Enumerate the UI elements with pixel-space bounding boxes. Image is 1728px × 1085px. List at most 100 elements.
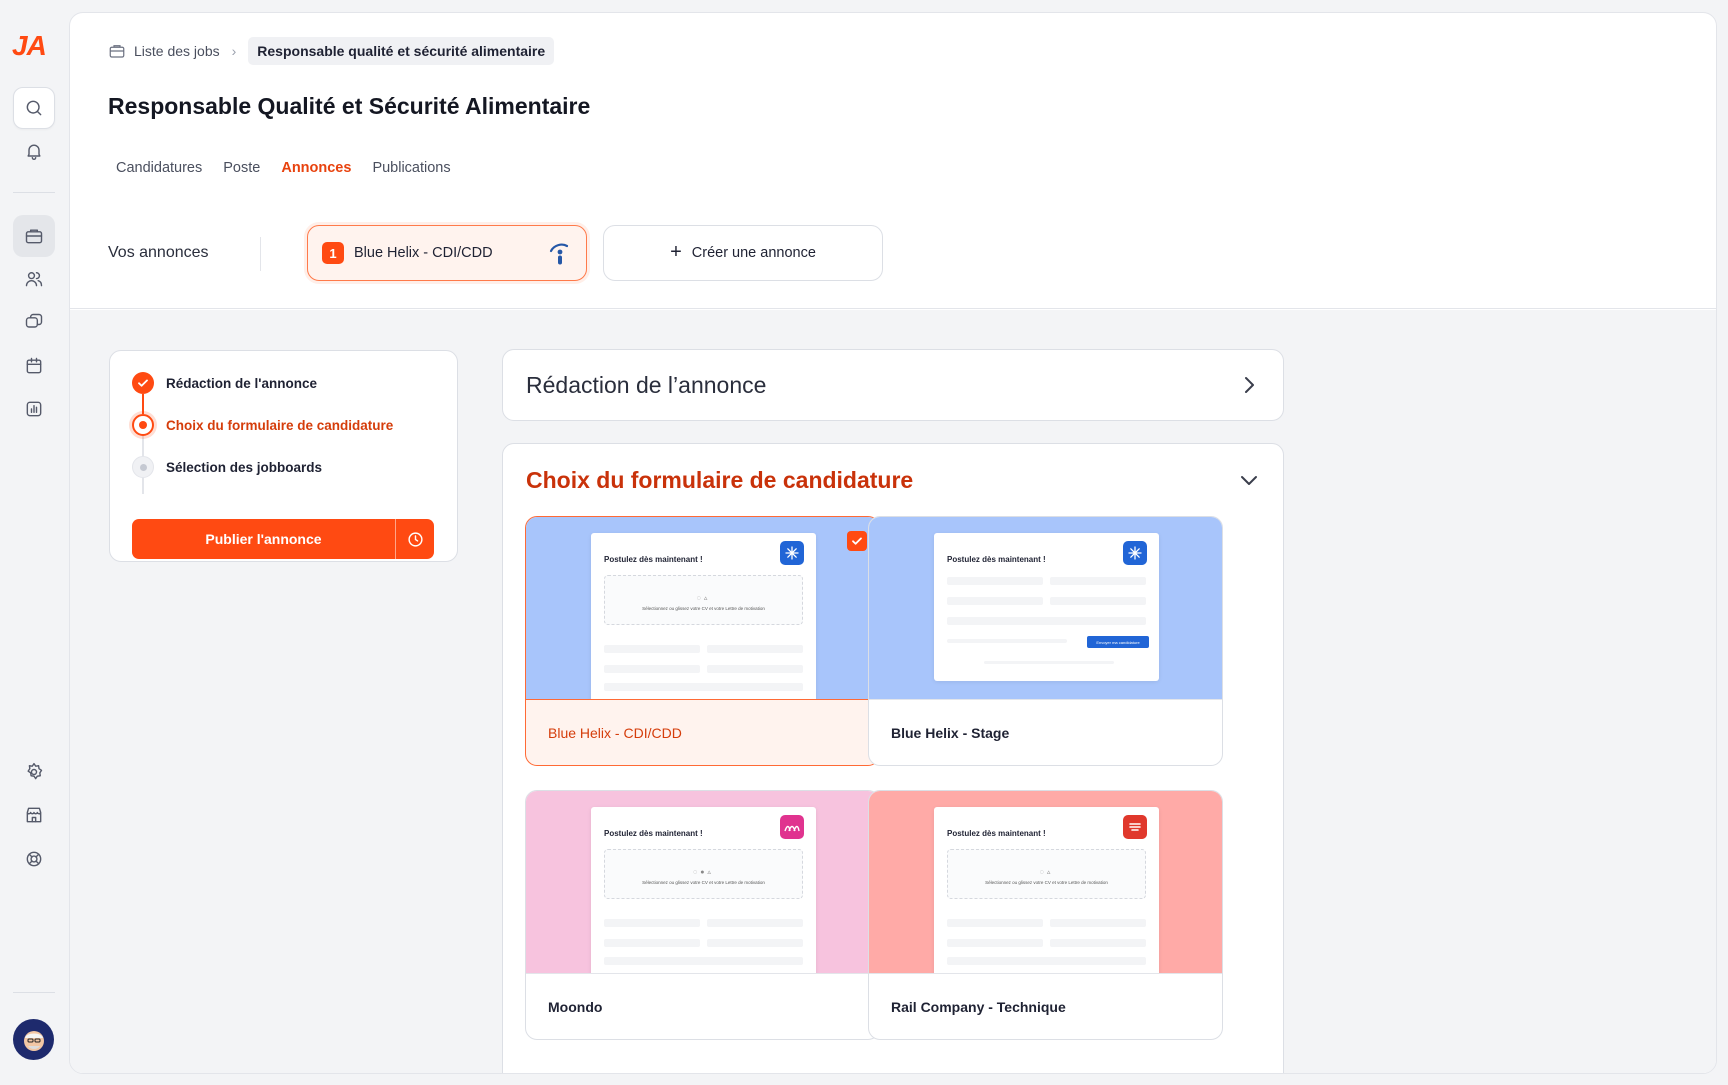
chevron-right-icon xyxy=(1245,377,1254,393)
form-mockup: Postulez dès maintenant ! ◌▵ Sélectionne… xyxy=(591,533,816,699)
form-preview: Postulez dès maintenant ! ◌●▵ Sélectionn… xyxy=(526,791,879,974)
form-card-moondo[interactable]: Postulez dès maintenant ! ◌●▵ Sélectionn… xyxy=(525,790,880,1040)
check-circle-icon xyxy=(132,372,154,394)
chat-icon xyxy=(25,313,43,328)
breadcrumb-current: Responsable qualité et sécurité alimenta… xyxy=(248,37,555,65)
field xyxy=(947,577,1043,585)
footer-text-line xyxy=(984,661,1114,664)
create-annonce-button[interactable]: + Créer une annonce xyxy=(603,225,883,281)
search-icon xyxy=(26,100,42,116)
upload-dropzone: ◌●▵ Sélectionnez ou glissez votre CV et … xyxy=(604,849,803,899)
consent-text-line xyxy=(947,639,1067,643)
stepper-card: Rédaction de l'annonce Choix du formulai… xyxy=(109,350,458,562)
rail-divider-bottom xyxy=(13,992,55,993)
selected-checkbox[interactable] xyxy=(847,531,867,551)
snowflake-logo-icon xyxy=(1123,541,1147,565)
form-card-label: Blue Helix - Stage xyxy=(891,725,1010,741)
annonce-chip-selected[interactable]: 1 Blue Helix - CDI/CDD xyxy=(307,225,587,281)
breadcrumb-parent-label: Liste des jobs xyxy=(134,43,220,59)
sidebar-item-calendar[interactable] xyxy=(13,345,55,387)
sidebar-item-help[interactable] xyxy=(13,838,55,880)
field xyxy=(707,919,803,927)
field xyxy=(604,919,700,927)
snowflake-logo-icon xyxy=(780,541,804,565)
rail-divider xyxy=(13,192,55,193)
step-jobboards[interactable]: Sélection des jobboards xyxy=(132,456,322,478)
field xyxy=(947,597,1043,605)
stepper-line-done xyxy=(142,394,144,414)
form-preview-title: Postulez dès maintenant ! xyxy=(947,829,1046,838)
calendar-icon xyxy=(26,357,42,374)
main-panel: Liste des jobs › Responsable qualité et … xyxy=(69,12,1717,1074)
form-card-blue-helix-stage[interactable]: Postulez dès maintenant ! Envoyer ma can… xyxy=(868,516,1223,766)
sidebar-item-candidates[interactable] xyxy=(13,258,55,300)
notifications-button[interactable] xyxy=(13,130,55,172)
section-choix-formulaire: Choix du formulaire de candidature Postu… xyxy=(502,443,1284,1073)
step-choix-formulaire[interactable]: Choix du formulaire de candidature xyxy=(132,414,393,436)
step-label: Sélection des jobboards xyxy=(166,459,323,475)
form-card-blue-helix-cdi[interactable]: Postulez dès maintenant ! ◌▵ Sélectionne… xyxy=(525,516,880,766)
pending-step-icon xyxy=(132,456,154,478)
sidebar-item-jobs[interactable] xyxy=(13,215,55,257)
moondo-logo-icon xyxy=(780,815,804,839)
bell-icon xyxy=(27,144,41,160)
field xyxy=(707,939,803,947)
field xyxy=(707,665,803,673)
indeed-icon xyxy=(549,243,569,265)
breadcrumb: Liste des jobs › Responsable qualité et … xyxy=(108,37,555,65)
user-avatar[interactable] xyxy=(13,1019,54,1060)
step-label: Rédaction de l'annonce xyxy=(166,375,317,391)
form-mockup: Postulez dès maintenant ! Envoyer ma can… xyxy=(934,533,1159,681)
sidebar-item-store[interactable] xyxy=(13,794,55,836)
form-mockup: Postulez dès maintenant ! ◌▵ Sélectionne… xyxy=(934,807,1159,973)
dropzone-text: Sélectionnez ou glissez votre CV et votr… xyxy=(642,880,765,885)
sidebar-item-settings[interactable] xyxy=(13,751,55,793)
app-logo[interactable]: JA xyxy=(12,30,47,62)
field xyxy=(947,957,1146,965)
avatar-face-icon xyxy=(23,1030,44,1051)
upload-dropzone: ◌▵ Sélectionnez ou glissez votre CV et v… xyxy=(604,575,803,625)
upload-icons: ◌▵ xyxy=(1039,869,1054,876)
form-card-label: Blue Helix - CDI/CDD xyxy=(548,725,682,741)
annonces-bar: Vos annonces 1 Blue Helix - CDI/CDD + Cr… xyxy=(70,201,1716,309)
sidebar-item-messages[interactable] xyxy=(13,301,55,343)
field xyxy=(947,939,1043,947)
create-annonce-label: Créer une annonce xyxy=(691,245,816,261)
lifebuoy-icon xyxy=(26,851,42,867)
field xyxy=(604,645,700,653)
current-step-icon xyxy=(132,414,154,436)
sidebar-item-analytics[interactable] xyxy=(13,388,55,430)
form-preview-title: Postulez dès maintenant ! xyxy=(947,555,1046,564)
left-rail: JA xyxy=(0,0,69,1085)
form-preview: Postulez dès maintenant ! ◌▵ Sélectionne… xyxy=(869,791,1222,974)
schedule-button[interactable] xyxy=(396,519,434,559)
content-area: Rédaction de l'annonce Choix du formulai… xyxy=(70,310,1716,1073)
form-preview-title: Postulez dès maintenant ! xyxy=(604,829,703,838)
form-mockup: Postulez dès maintenant ! ◌●▵ Sélectionn… xyxy=(591,807,816,973)
breadcrumb-jobs-link[interactable]: Liste des jobs xyxy=(108,42,220,60)
chevron-down-icon[interactable] xyxy=(1239,470,1259,490)
section-redaction[interactable]: Rédaction de l’annonce xyxy=(502,349,1284,421)
annonces-divider xyxy=(260,237,261,271)
field xyxy=(947,617,1146,625)
form-preview: Postulez dès maintenant ! Envoyer ma can… xyxy=(869,517,1222,700)
store-icon xyxy=(26,807,42,823)
page-title: Responsable Qualité et Sécurité Alimenta… xyxy=(108,93,591,119)
field xyxy=(1050,919,1146,927)
section-choix-title[interactable]: Choix du formulaire de candidature xyxy=(526,467,913,494)
rail-company-logo-icon xyxy=(1123,815,1147,839)
annonce-chip-label: Blue Helix - CDI/CDD xyxy=(354,245,493,261)
field xyxy=(604,957,803,965)
stepper-line xyxy=(142,436,144,456)
publish-button[interactable]: Publier l'annonce xyxy=(132,519,395,559)
gear-icon xyxy=(27,762,43,780)
search-button[interactable] xyxy=(13,87,55,129)
upload-icons: ◌●▵ xyxy=(693,869,714,876)
form-card-rail-company[interactable]: Postulez dès maintenant ! ◌▵ Sélectionne… xyxy=(868,790,1223,1040)
field xyxy=(707,645,803,653)
field xyxy=(604,665,700,673)
dropzone-text: Sélectionnez ou glissez votre CV et votr… xyxy=(985,880,1108,885)
publish-button-group: Publier l'annonce xyxy=(132,519,434,559)
step-redaction[interactable]: Rédaction de l'annonce xyxy=(132,372,317,394)
field xyxy=(1050,597,1146,605)
